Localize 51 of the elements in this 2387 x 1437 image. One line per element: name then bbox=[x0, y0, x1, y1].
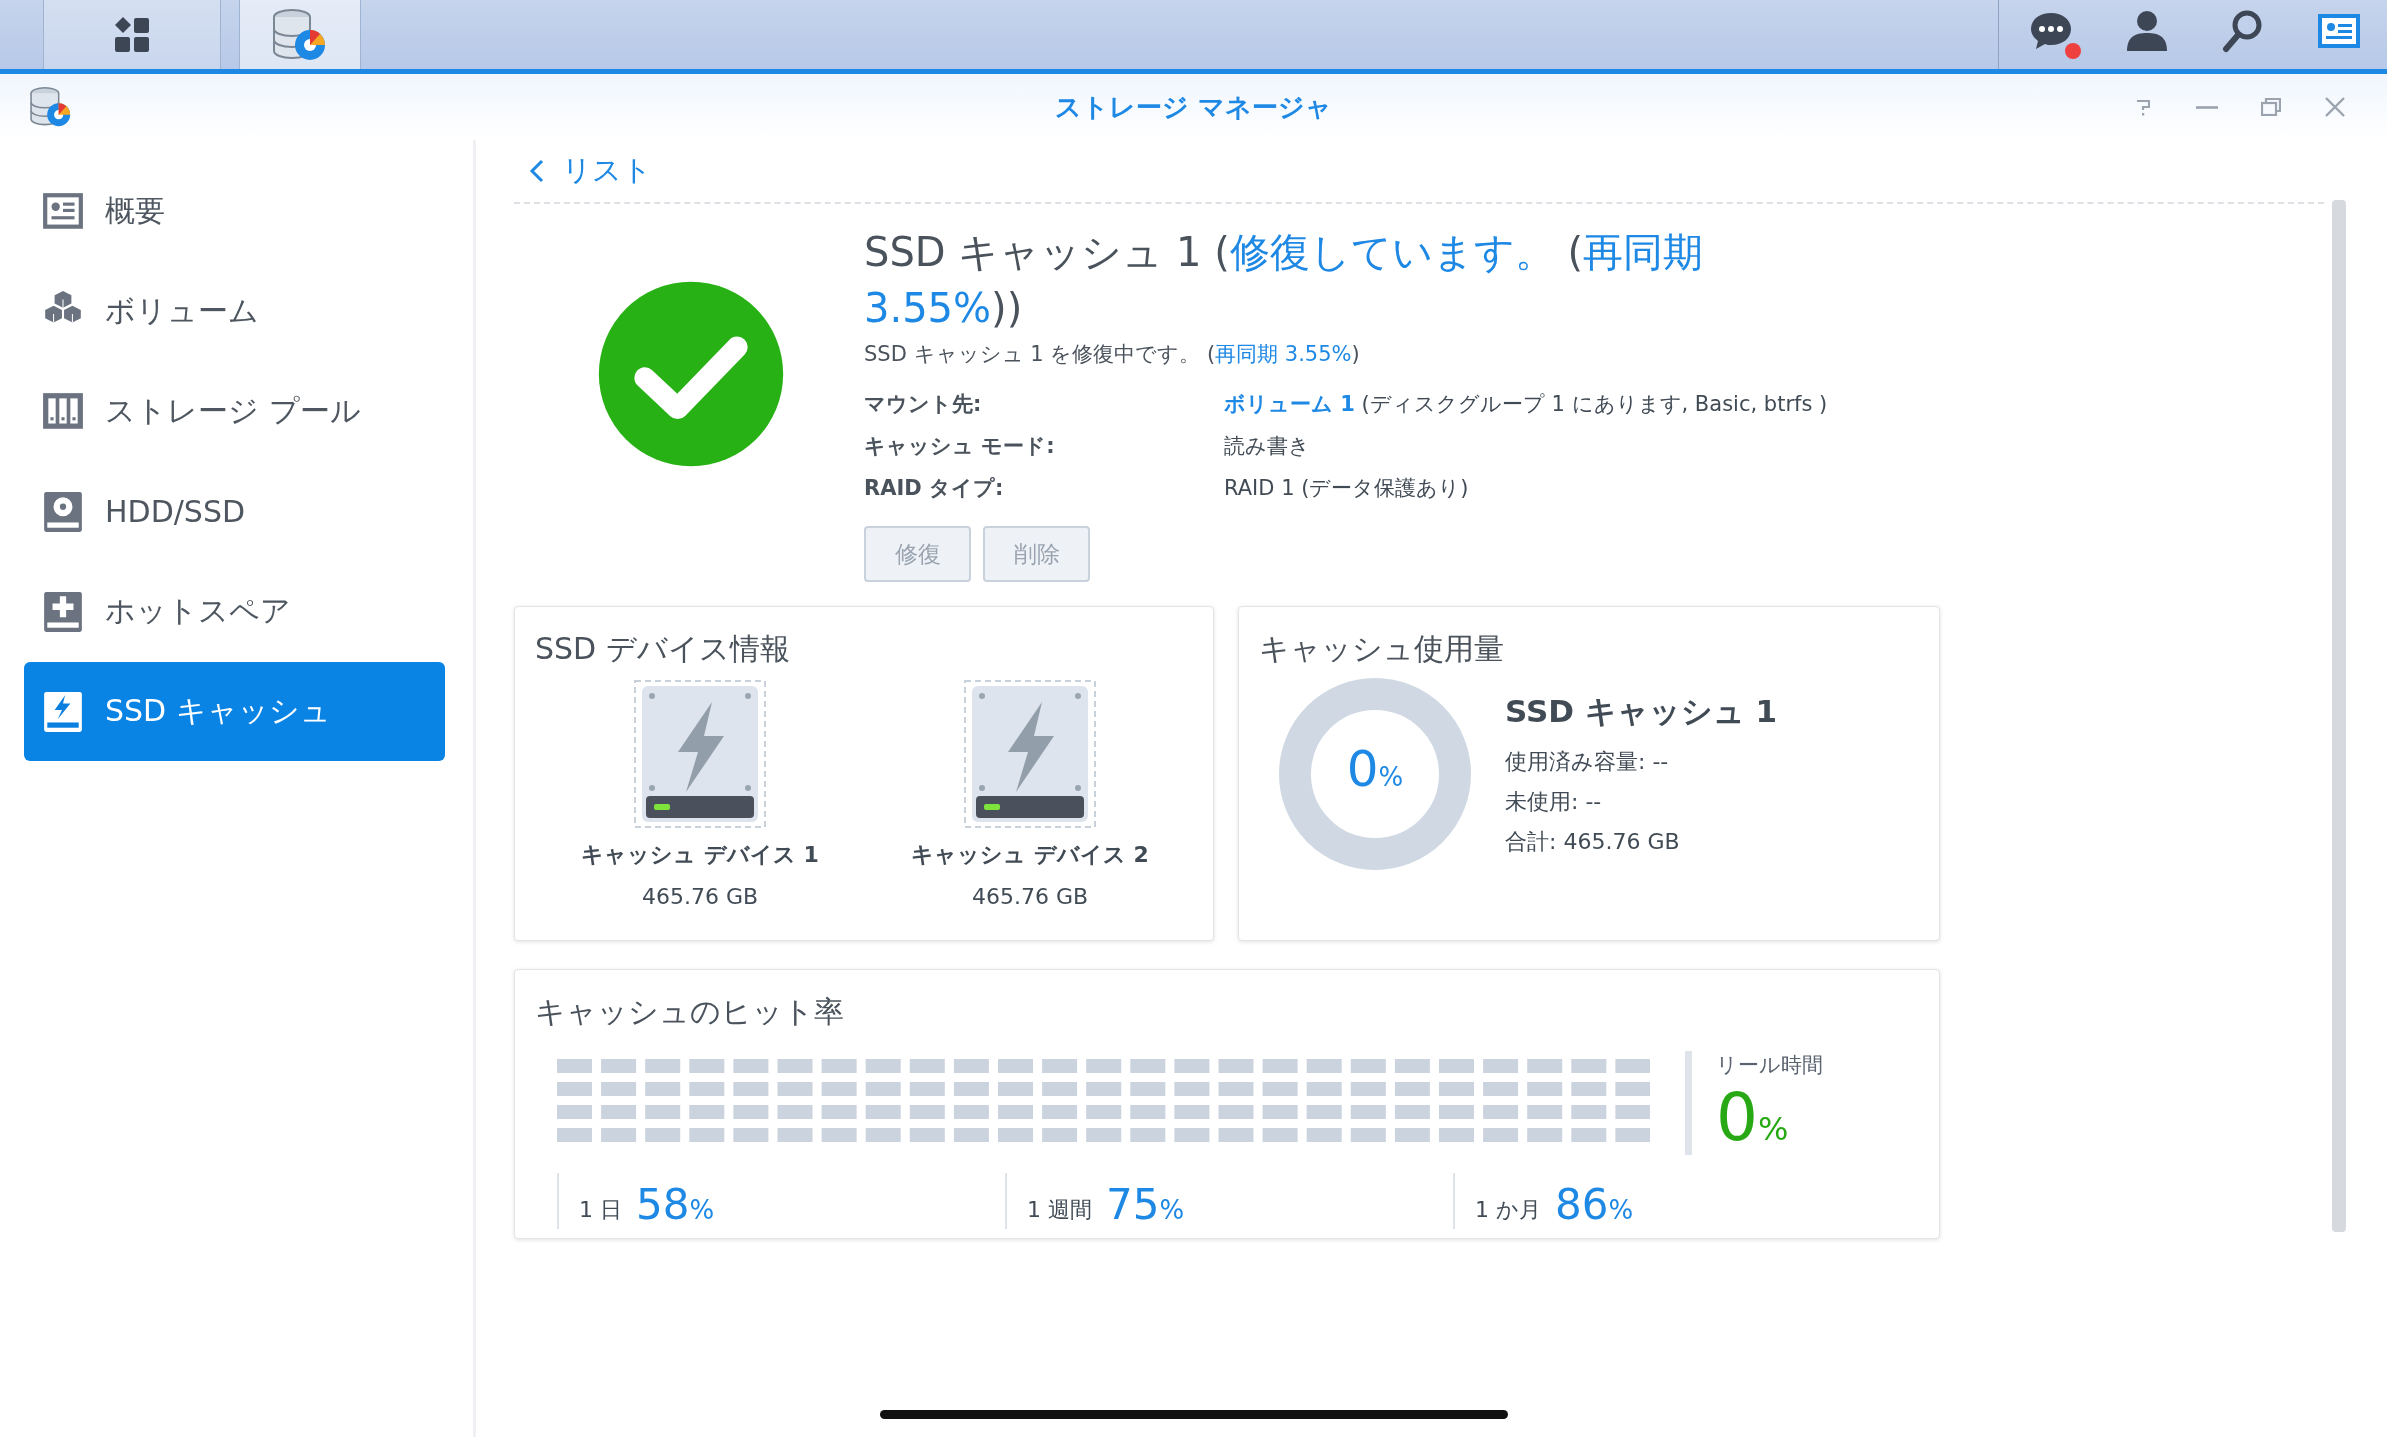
drive-bolt-icon bbox=[41, 689, 85, 734]
cache-status-text: SSD キャッシュ 1 を修復中です。 (再同期 3.55%) bbox=[864, 341, 1361, 368]
sidebar-item[interactable]: ホットスペア bbox=[24, 562, 445, 661]
sidebar-item[interactable]: ボリューム bbox=[24, 262, 445, 361]
help-icon bbox=[2136, 98, 2150, 116]
field-value: ボリューム 1 (ディスクグループ 1 にあります, Basic, btrfs ) bbox=[1224, 391, 1828, 418]
ssd-drive-icon bbox=[964, 680, 1096, 828]
usage-line: 使用済み容量: -- bbox=[1505, 748, 1670, 776]
disk-drive-icon bbox=[41, 489, 85, 534]
field-value: 読み書き bbox=[1224, 433, 1311, 460]
sidebar-item[interactable]: ストレージ プール bbox=[24, 362, 445, 461]
chevron-left-icon bbox=[528, 158, 546, 184]
field-label: キャッシュ モード: bbox=[864, 433, 1056, 460]
card-title: キャッシュ使用量 bbox=[1258, 630, 1505, 668]
cache-name: SSD キャッシュ 1 bbox=[1505, 692, 1778, 731]
sidebar-item[interactable]: SSD キャッシュ bbox=[24, 662, 445, 761]
sidebar-item[interactable]: 概要 bbox=[24, 162, 445, 261]
hit-rate-percent: 86% bbox=[1555, 1180, 1634, 1229]
usage-percent: 0% bbox=[1345, 740, 1405, 798]
volume-link[interactable]: ボリューム 1 bbox=[1224, 392, 1355, 416]
back-link[interactable]: リスト bbox=[514, 140, 652, 202]
card-title: SSD デバイス情報 bbox=[534, 630, 791, 668]
period-label: 1 日 bbox=[579, 1196, 622, 1224]
hit-rate-percent: 75% bbox=[1106, 1180, 1185, 1229]
field-value: RAID 1 (データ保護あり) bbox=[1224, 475, 1470, 502]
sidebar-item[interactable]: HDD/SSD bbox=[24, 462, 445, 561]
field-label: マウント先: bbox=[864, 391, 983, 418]
user-icon bbox=[2125, 8, 2169, 53]
taskbar-app-button[interactable] bbox=[239, 0, 361, 69]
device-name: キャッシュ デバイス 1 bbox=[581, 841, 819, 869]
realtime-percent: 0% bbox=[1716, 1079, 1790, 1156]
restore-icon bbox=[2261, 98, 2281, 116]
device-size: 465.76 GB bbox=[641, 884, 759, 909]
taskbar-app-button[interactable] bbox=[43, 0, 221, 69]
minimize-icon bbox=[2196, 105, 2218, 109]
device-size: 465.76 GB bbox=[971, 884, 1089, 909]
usage-line: 合計: 465.76 GB bbox=[1505, 828, 1681, 856]
window-title: ストレージ マネージャ bbox=[1053, 90, 1334, 124]
period-label: 1 か月 bbox=[1475, 1196, 1541, 1224]
device-name: キャッシュ デバイス 2 bbox=[911, 841, 1149, 869]
usage-line: 未使用: -- bbox=[1505, 788, 1603, 816]
close-icon bbox=[2325, 97, 2345, 117]
cache-title: SSD キャッシュ 1 (修復しています。 (再同期 3.55%)) bbox=[864, 228, 1705, 333]
hit-rate-percent: 58% bbox=[636, 1180, 715, 1229]
drive-plus-icon bbox=[41, 589, 85, 634]
field-label: RAID タイプ: bbox=[864, 475, 1005, 502]
period-label: 1 週間 bbox=[1027, 1196, 1092, 1224]
ssd-drive-icon bbox=[634, 680, 766, 828]
card-title: キャッシュのヒット率 bbox=[534, 993, 845, 1031]
scrollbar[interactable] bbox=[2332, 200, 2346, 1232]
realtime-label: リール時間 bbox=[1716, 1052, 1823, 1079]
